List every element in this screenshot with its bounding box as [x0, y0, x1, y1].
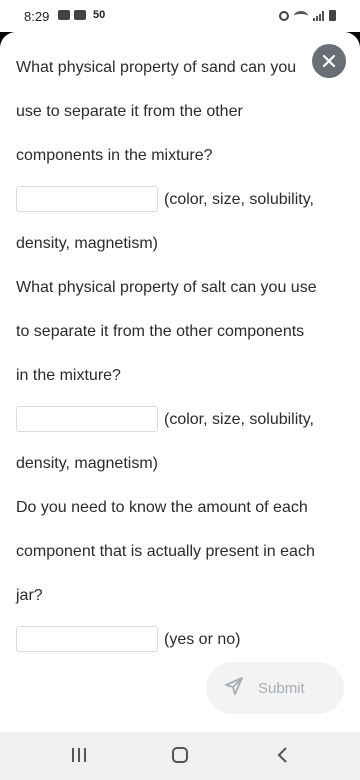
navigation-bar [0, 732, 360, 780]
question3-line: Do you need to know the amount of each [16, 499, 308, 516]
question2-line: What physical property of salt can you u… [16, 279, 317, 296]
wifi-icon [294, 10, 308, 21]
close-button[interactable] [312, 44, 346, 78]
answer-field-sand[interactable] [16, 186, 158, 212]
question2-line: in the mixture? [16, 367, 121, 384]
answer-hint-continued: density, magnetism) [16, 455, 158, 472]
answer-field-amount[interactable] [16, 626, 158, 652]
status-bar: 8:29 50 [0, 0, 360, 32]
question1-line: What physical property of sand can you [16, 59, 297, 76]
status-right-icons [279, 10, 336, 21]
notification-count: 50 [93, 9, 106, 21]
submit-button[interactable]: Submit [206, 662, 344, 714]
alarm-icon [279, 10, 289, 21]
submit-label: Submit [258, 679, 305, 697]
battery-icon [329, 10, 336, 21]
question-sheet: What physical property of sand can you u… [0, 32, 360, 732]
question1-line: use to separate it from the other [16, 103, 243, 120]
question2-line: to separate it from the other components [16, 323, 305, 340]
youtube-icon [74, 10, 86, 20]
question3-line: component that is actually present in ea… [16, 543, 315, 560]
back-icon[interactable] [276, 746, 290, 769]
status-left-icons: 50 [58, 9, 105, 21]
status-time: 8:29 [24, 9, 50, 24]
home-icon[interactable] [172, 747, 188, 763]
answer-hint: (color, size, solubility, [164, 411, 314, 428]
answer-field-salt[interactable] [16, 406, 158, 432]
signal-icon [313, 10, 324, 21]
question3-line: jar? [16, 587, 43, 604]
recent-apps-icon[interactable] [72, 748, 86, 762]
question1-line: components in the mixture? [16, 147, 213, 164]
gmail-icon [58, 10, 70, 20]
close-icon [322, 54, 336, 68]
answer-hint: (yes or no) [164, 631, 241, 648]
answer-hint-continued: density, magnetism) [16, 235, 158, 252]
answer-hint: (color, size, solubility, [164, 191, 314, 208]
send-icon [224, 676, 244, 701]
